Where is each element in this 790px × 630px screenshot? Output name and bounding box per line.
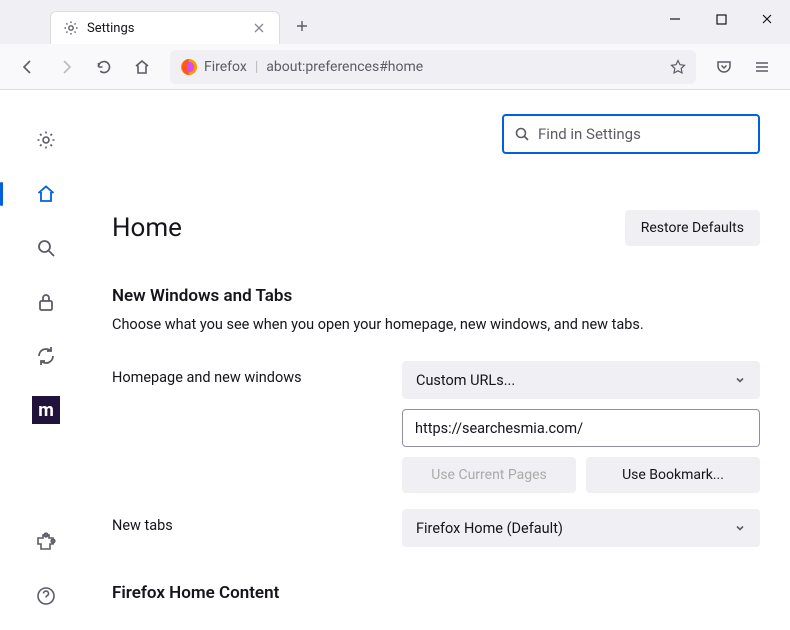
content: m Find in Settings Home Restore Defaults…: [0, 90, 790, 630]
homepage-select-value: Custom URLs...: [416, 372, 515, 389]
search-placeholder: Find in Settings: [538, 125, 641, 143]
window-controls: [652, 0, 790, 38]
minimize-button[interactable]: [652, 0, 698, 38]
search-icon: [514, 126, 530, 142]
refresh-button[interactable]: [88, 51, 120, 83]
main-panel: Find in Settings Home Restore Defaults N…: [92, 90, 790, 630]
url-separator: |: [255, 59, 258, 75]
use-current-pages-button: Use Current Pages: [402, 457, 576, 493]
home-button[interactable]: [126, 51, 158, 83]
sidebar-item-search[interactable]: [32, 234, 60, 262]
page-title: Home: [112, 213, 182, 243]
bookmark-star-icon[interactable]: [670, 59, 686, 75]
toolbar: Firefox | about:preferences#home: [0, 44, 790, 90]
url-bar[interactable]: Firefox | about:preferences#home: [170, 50, 696, 84]
sidebar-item-sync[interactable]: [32, 342, 60, 370]
url-brand: Firefox: [204, 59, 247, 75]
sidebar-item-general[interactable]: [32, 126, 60, 154]
sidebar-item-home[interactable]: [32, 180, 60, 208]
titlebar: Settings: [0, 0, 790, 44]
section-new-windows-title: New Windows and Tabs: [112, 286, 760, 306]
sidebar-item-mozilla[interactable]: m: [32, 396, 60, 424]
chevron-down-icon: [734, 374, 746, 386]
sidebar-item-extensions[interactable]: [32, 528, 60, 556]
tab-settings[interactable]: Settings: [50, 11, 280, 44]
new-tab-button[interactable]: [288, 12, 316, 40]
settings-search[interactable]: Find in Settings: [502, 114, 760, 154]
sidebar-item-help[interactable]: [32, 582, 60, 610]
identity-box: Firefox | about:preferences#home: [180, 58, 423, 76]
chevron-down-icon: [734, 522, 746, 534]
firefox-icon: [180, 58, 198, 76]
restore-defaults-button[interactable]: Restore Defaults: [625, 210, 760, 246]
newtabs-label: New tabs: [112, 509, 402, 534]
newtabs-select[interactable]: Firefox Home (Default): [402, 509, 760, 547]
newtabs-select-value: Firefox Home (Default): [416, 520, 563, 537]
newtabs-row: New tabs Firefox Home (Default): [112, 509, 760, 547]
forward-button: [50, 51, 82, 83]
tab-title: Settings: [87, 21, 251, 36]
sidebar-item-privacy[interactable]: [32, 288, 60, 316]
homepage-label: Homepage and new windows: [112, 361, 402, 386]
close-window-button[interactable]: [744, 0, 790, 38]
pocket-button[interactable]: [708, 51, 740, 83]
sidebar: m: [0, 90, 92, 630]
maximize-button[interactable]: [698, 0, 744, 38]
section-home-content-title: Firefox Home Content: [112, 583, 760, 603]
url-path: about:preferences#home: [266, 59, 423, 75]
homepage-select[interactable]: Custom URLs...: [402, 361, 760, 399]
homepage-url-input[interactable]: [402, 409, 760, 447]
section-new-windows-desc: Choose what you see when you open your h…: [112, 316, 760, 333]
gear-icon: [63, 20, 79, 36]
back-button[interactable]: [12, 51, 44, 83]
menu-button[interactable]: [746, 51, 778, 83]
use-bookmark-button[interactable]: Use Bookmark...: [586, 457, 760, 493]
homepage-row: Homepage and new windows Custom URLs... …: [112, 361, 760, 493]
close-icon[interactable]: [251, 20, 267, 36]
